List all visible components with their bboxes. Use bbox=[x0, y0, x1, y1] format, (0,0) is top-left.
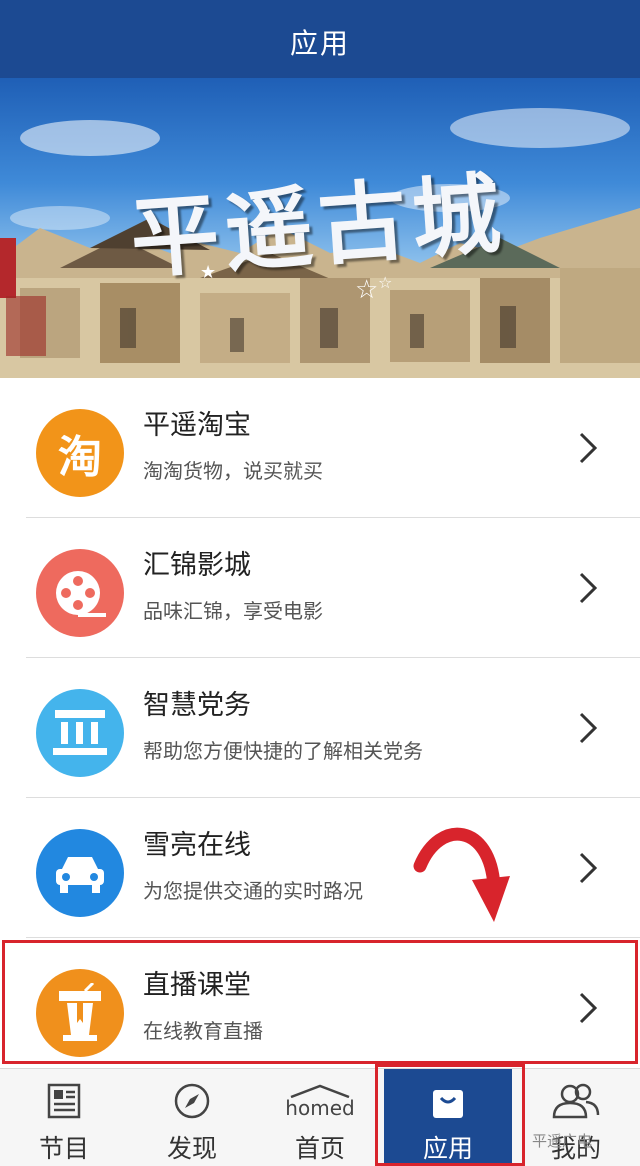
title-bar: 应用 bbox=[0, 0, 640, 84]
car-icon bbox=[36, 829, 124, 917]
taobao-icon: 淘 bbox=[36, 409, 124, 497]
homed-logo: homed bbox=[285, 1096, 355, 1120]
tab-programs[interactable]: 节目 bbox=[0, 1069, 128, 1166]
item-title: 雪亮在线 bbox=[143, 830, 251, 861]
watermark: 平遥广电 bbox=[532, 1132, 593, 1150]
tab-label: 发现 bbox=[166, 1134, 217, 1163]
taobao-icon-glyph: 淘 bbox=[58, 432, 102, 483]
chevron-right-icon bbox=[579, 432, 598, 464]
item-subtitle: 品味汇锦，享受电影 bbox=[143, 599, 323, 623]
lectern-icon bbox=[36, 969, 124, 1057]
item-title: 平遥淘宝 bbox=[143, 410, 251, 441]
list-item-smart-party-affairs[interactable]: 智慧党务 帮助您方便快捷的了解相关党务 bbox=[0, 658, 640, 798]
film-reel-icon bbox=[36, 549, 124, 637]
shopping-bag-icon bbox=[430, 1079, 466, 1123]
tab-discover[interactable]: 发现 bbox=[128, 1069, 256, 1166]
item-title: 汇锦影城 bbox=[143, 550, 251, 581]
item-subtitle: 在线教育直播 bbox=[143, 1019, 263, 1043]
curved-arrow-annotation bbox=[413, 827, 510, 922]
chevron-right-icon bbox=[579, 992, 598, 1024]
page-title: 应用 bbox=[289, 27, 350, 60]
item-subtitle: 为您提供交通的实时路况 bbox=[143, 879, 363, 903]
item-subtitle: 帮助您方便快捷的了解相关党务 bbox=[143, 739, 423, 763]
tab-label: 应用 bbox=[422, 1134, 473, 1163]
list-item-xueliang-online[interactable]: 雪亮在线 为您提供交通的实时路况 bbox=[0, 798, 640, 938]
tab-label: 首页 bbox=[294, 1134, 345, 1163]
chevron-right-icon bbox=[579, 712, 598, 744]
tab-label: 节目 bbox=[38, 1134, 89, 1163]
chevron-right-icon bbox=[579, 572, 598, 604]
app-list: 淘 平遥淘宝 淘淘货物，说买就买 汇锦影城 品味汇锦，享受电影 智慧党务 帮助您… bbox=[0, 378, 640, 1078]
compass-icon bbox=[173, 1079, 211, 1123]
bottom-tab-bar: 节目 发现 homed 首页 应用 我的 bbox=[0, 1068, 640, 1166]
list-item-huijin-cinema[interactable]: 汇锦影城 品味汇锦，享受电影 bbox=[0, 518, 640, 658]
tab-apps[interactable]: 应用 bbox=[384, 1069, 512, 1166]
chevron-right-icon bbox=[579, 852, 598, 884]
item-title: 智慧党务 bbox=[143, 690, 251, 721]
tab-home[interactable]: homed 首页 bbox=[256, 1069, 384, 1166]
list-item-live-classroom[interactable]: 直播课堂 在线教育直播 bbox=[0, 938, 640, 1078]
newspaper-icon bbox=[47, 1079, 81, 1123]
banner[interactable]: ★ ☆ ☆ 平遥古城 bbox=[0, 78, 640, 378]
users-icon bbox=[550, 1079, 602, 1123]
government-building-icon bbox=[36, 689, 124, 777]
tab-mine[interactable]: 我的 bbox=[512, 1069, 640, 1166]
item-title: 直播课堂 bbox=[143, 970, 251, 1001]
home-icon: homed bbox=[285, 1079, 355, 1123]
item-subtitle: 淘淘货物，说买就买 bbox=[143, 459, 323, 483]
list-item-pingyao-taobao[interactable]: 淘 平遥淘宝 淘淘货物，说买就买 bbox=[0, 378, 640, 518]
banner-title: 平遥古城 bbox=[127, 160, 510, 291]
